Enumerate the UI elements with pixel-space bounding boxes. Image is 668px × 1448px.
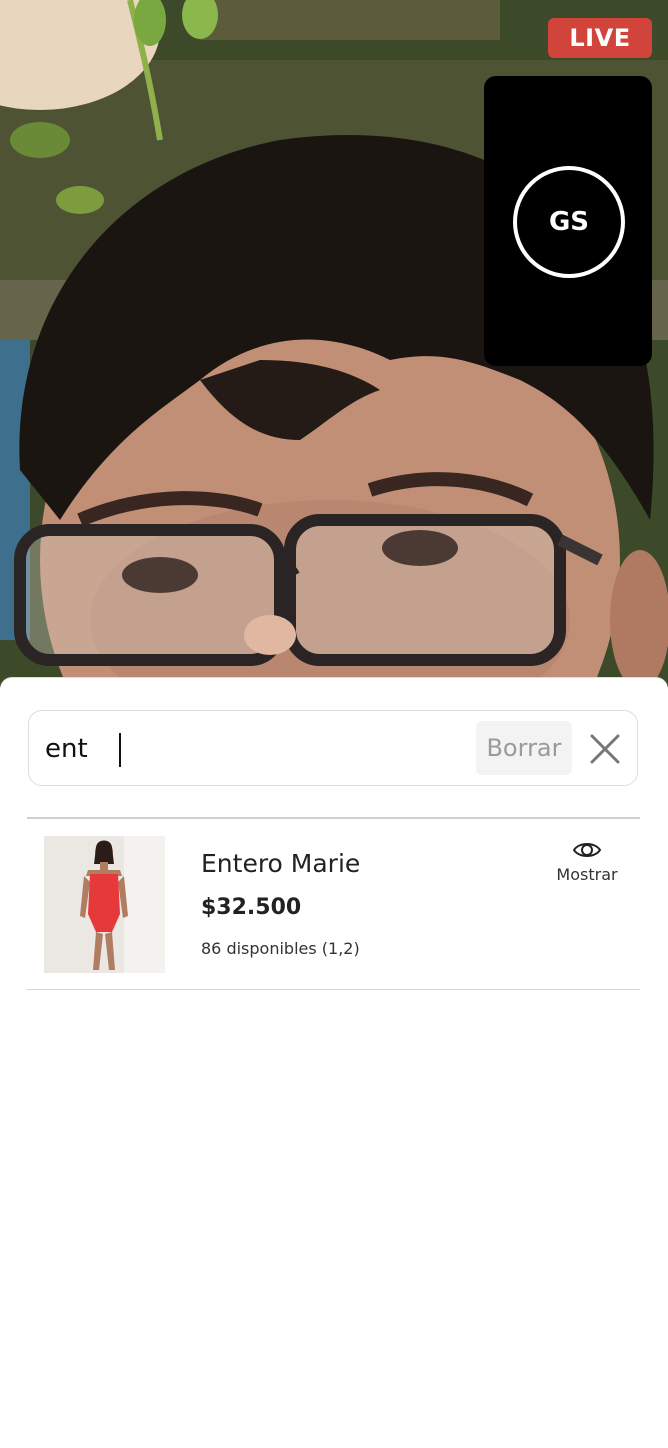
product-image xyxy=(44,836,165,973)
product-price: $32.500 xyxy=(201,895,302,920)
search-input[interactable] xyxy=(45,729,465,769)
eye-icon xyxy=(572,843,602,857)
show-product-button[interactable]: Mostrar xyxy=(547,839,627,905)
live-video: LIVE GS xyxy=(0,0,668,690)
product-thumbnail xyxy=(44,836,165,973)
product-stock: 86 disponibles (1,2) xyxy=(201,939,360,958)
search-box: Borrar xyxy=(28,710,638,786)
self-view-tile[interactable]: GS xyxy=(484,76,652,366)
self-avatar: GS xyxy=(513,166,625,278)
close-button[interactable] xyxy=(585,729,625,769)
results-divider-bottom xyxy=(27,989,640,990)
text-caret xyxy=(119,733,121,767)
show-product-label: Mostrar xyxy=(556,865,618,884)
product-row[interactable]: Entero Marie $32.500 86 disponibles (1,2… xyxy=(27,819,640,989)
live-badge: LIVE xyxy=(548,18,652,58)
product-search-sheet: Borrar Entero Marie xyxy=(0,678,668,1448)
clear-button[interactable]: Borrar xyxy=(476,721,572,775)
close-icon xyxy=(590,734,620,764)
product-name: Entero Marie xyxy=(201,849,361,878)
